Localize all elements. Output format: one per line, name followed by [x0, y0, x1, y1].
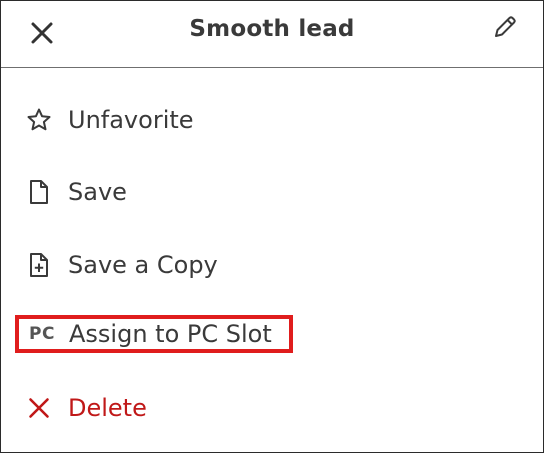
save-button[interactable]: Save: [15, 172, 127, 212]
delete-x-icon: [22, 393, 56, 423]
menu-item-label: Save a Copy: [68, 251, 218, 279]
panel-header: Smooth lead: [1, 1, 543, 68]
pencil-icon: [495, 16, 516, 37]
edit-name-button[interactable]: [489, 11, 521, 43]
assign-to-pc-slot-button[interactable]: PC Assign to PC Slot: [15, 315, 293, 353]
favorite-options-panel: Smooth lead Unfavorite Save Save a Copy …: [0, 0, 544, 453]
pc-icon-text: PC: [29, 324, 55, 344]
delete-button[interactable]: Delete: [15, 388, 147, 428]
menu-item-label: Delete: [68, 394, 147, 422]
page-title: Smooth lead: [189, 16, 355, 42]
menu-item-label: Unfavorite: [68, 106, 194, 134]
file-plus-icon: [22, 250, 56, 280]
menu-item-label: Assign to PC Slot: [69, 320, 272, 348]
save-a-copy-button[interactable]: Save a Copy: [15, 245, 218, 285]
menu-item-label: Save: [68, 178, 127, 206]
file-icon: [22, 177, 56, 207]
star-outline-icon: [22, 105, 56, 135]
pc-icon: PC: [25, 319, 59, 349]
unfavorite-button[interactable]: Unfavorite: [15, 100, 194, 140]
